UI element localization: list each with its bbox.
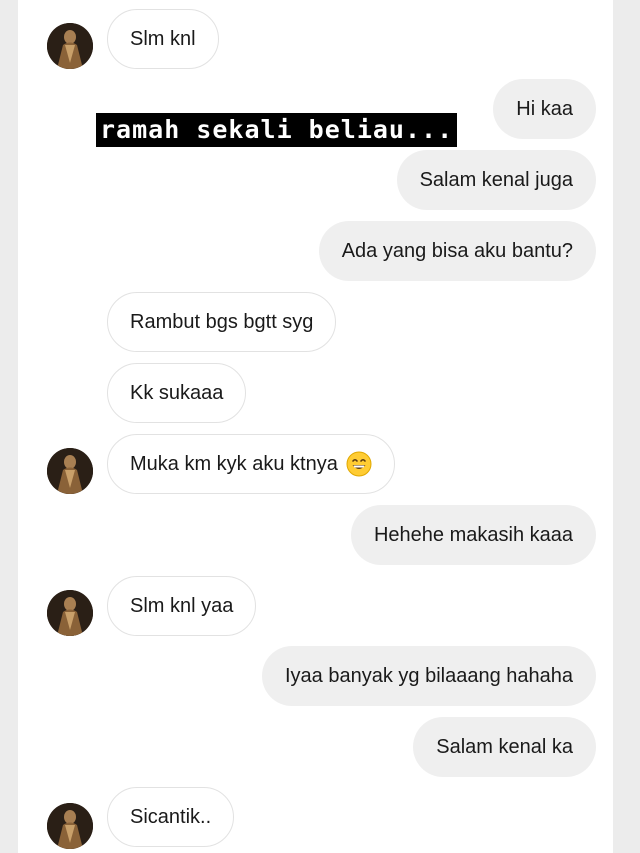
message-bubble-outgoing[interactable]: Salam kenal juga bbox=[396, 150, 596, 210]
avatar[interactable] bbox=[47, 803, 93, 849]
avatar[interactable] bbox=[47, 590, 93, 636]
message-text: Slm knl bbox=[130, 27, 196, 50]
message-bubble-incoming[interactable]: Rambut bgs bgtt syg bbox=[107, 292, 337, 352]
message-bubble-outgoing[interactable]: Ada yang bisa aku bantu? bbox=[318, 221, 596, 281]
profile-photo-icon bbox=[47, 23, 93, 69]
message-text: Rambut bgs bgtt syg bbox=[130, 310, 314, 333]
message-bubble-outgoing[interactable]: Salam kenal ka bbox=[413, 717, 596, 777]
profile-photo-icon bbox=[47, 448, 93, 494]
message-text: Kk sukaaa bbox=[130, 381, 224, 404]
message-text: Iyaa banyak yg bilaaang hahaha bbox=[284, 664, 573, 687]
message-text: Ada yang bisa aku bantu? bbox=[341, 239, 573, 262]
profile-photo-icon bbox=[47, 803, 93, 849]
message-text: Slm knl yaa bbox=[130, 594, 234, 617]
story-caption: ramah sekali beliau... bbox=[96, 113, 458, 147]
message-bubble-outgoing[interactable]: Hehehe makasih kaaa bbox=[350, 505, 596, 565]
avatar[interactable] bbox=[47, 448, 93, 494]
message-text: Muka km kyk aku ktnya bbox=[130, 452, 338, 475]
message-bubble-incoming[interactable]: Kk sukaaa bbox=[107, 363, 247, 423]
message-bubble-incoming[interactable]: Slm knl yaa bbox=[107, 576, 257, 636]
message-text: Salam kenal ka bbox=[436, 735, 573, 758]
message-bubble-outgoing[interactable]: Iyaa banyak yg bilaaang hahaha bbox=[261, 646, 596, 706]
profile-photo-icon bbox=[47, 590, 93, 636]
grinning-face-emoji-icon bbox=[346, 451, 372, 477]
message-bubble-incoming[interactable]: Muka km kyk aku ktnya bbox=[107, 434, 395, 494]
message-bubble-outgoing[interactable]: Hi kaa bbox=[493, 79, 596, 139]
message-text: Hi kaa bbox=[516, 97, 573, 120]
avatar[interactable] bbox=[47, 23, 93, 69]
message-text: Salam kenal juga bbox=[419, 168, 573, 191]
message-bubble-incoming[interactable]: Slm knl bbox=[107, 9, 219, 69]
message-text: Sicantik.. bbox=[130, 805, 212, 828]
message-text: Hehehe makasih kaaa bbox=[373, 523, 573, 546]
message-bubble-incoming[interactable]: Sicantik.. bbox=[107, 787, 235, 847]
